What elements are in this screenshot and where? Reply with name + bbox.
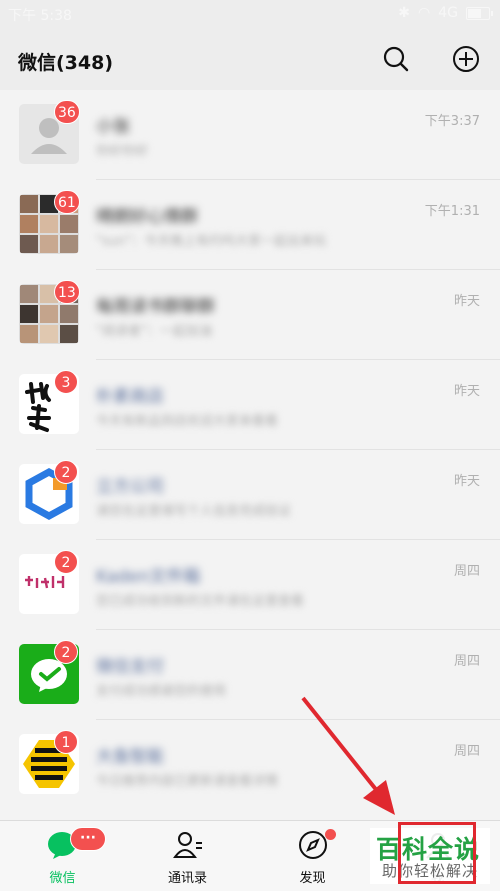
tab-label: 微信 [49,871,76,886]
chat-preview: "阅读者"：一起加油 [96,324,212,339]
chat-name: 小张 [96,117,130,137]
add-icon[interactable] [451,44,481,74]
chat-preview: 你好你好 [96,144,149,159]
unread-badge: 36 [54,100,80,124]
unread-badge: 2 [54,640,78,664]
tab-label: 通讯录 [167,871,207,886]
chat-name: 朴素商店 [96,387,164,407]
chat-preview: 您已成功收到新的文件请在这里查看 [96,594,305,609]
contacts-icon [173,832,202,858]
network-label: 4G [438,5,458,21]
chat-time: 昨天 [453,384,480,399]
unread-badge: ··· [70,827,106,851]
chat-preview: 请您在这里填写个人信息完成验证 [96,504,292,519]
chat-row[interactable]: 1 大鱼智能 今日推荐内容已更新请查看详情 周四 [0,720,500,810]
unread-badge: 2 [54,460,78,484]
highlight-box [398,822,476,884]
chat-time: 昨天 [453,474,480,489]
chat-preview: "sun"：今天晚上有约吗大家一起出来玩 [96,234,327,249]
chat-row[interactable]: 36 小张 你好你好 下午3:37 [0,90,500,180]
status-icons: ✱ ◠ 4G [398,5,493,21]
wifi-icon: ◠ [418,5,431,21]
status-time: 下午 5:38 [8,8,72,24]
unread-badge: 1 [54,730,78,754]
chat-preview: 今日推荐内容已更新请查看详情 [96,774,279,789]
tab-contacts[interactable]: 通讯录 [125,821,250,891]
chat-time: 周四 [453,654,480,669]
chat-row[interactable]: 13 每周读书群聊群 "阅读者"：一起加油 昨天 [0,270,500,360]
bluetooth-icon: ✱ [398,5,411,21]
chat-name: Kaden文件箱 [96,567,201,587]
unread-badge: 61 [54,190,80,214]
tab-chats[interactable]: ··· 微信 [0,821,125,891]
unread-badge: 3 [54,370,78,394]
status-bar: 下午 5:38 ✱ ◠ 4G [0,0,500,28]
chat-row[interactable]: 2 微信支付 支付成功感谢您的使用 周四 [0,630,500,720]
chat-time: 下午1:31 [424,204,480,219]
chat-preview: 支付成功感谢您的使用 [96,684,227,699]
chat-preview: 今天有新品到店欢迎大家来看看 [96,414,279,429]
tab-discover[interactable]: 发现 [250,821,375,891]
chat-time: 周四 [453,744,480,759]
chat-time: 周四 [453,564,480,579]
chat-name: 立方公司 [96,477,164,497]
chat-row[interactable]: 61 晴朗好心情群 "sun"：今天晚上有约吗大家一起出来玩 下午1:31 [0,180,500,270]
chat-name: 每周读书群聊群 [96,297,215,317]
chat-time: 下午3:37 [424,114,480,129]
chat-time: 昨天 [453,294,480,309]
page-title: 微信(348) [18,52,114,74]
search-icon[interactable] [381,44,411,74]
new-dot-badge [325,829,336,840]
chat-name: 晴朗好心情群 [96,207,198,227]
chat-row[interactable]: 3 朴素商店 今天有新品到店欢迎大家来看看 昨天 [0,360,500,450]
chat-row[interactable]: 2 Kaden文件箱 您已成功收到新的文件请在这里查看 周四 [0,540,500,630]
tab-label: 发现 [299,871,326,886]
top-bar: 微信(348) [0,28,500,90]
battery-icon [466,6,493,20]
unread-badge: 2 [54,550,78,574]
unread-badge: 13 [54,280,80,304]
chat-name: 大鱼智能 [96,747,164,767]
chat-name: 微信支付 [96,657,164,677]
chat-row[interactable]: 2 立方公司 请您在这里填写个人信息完成验证 昨天 [0,450,500,540]
chat-list: 36 小张 你好你好 下午3:37 61 晴朗好心情群 "sun"：今天晚上有约… [0,90,500,820]
